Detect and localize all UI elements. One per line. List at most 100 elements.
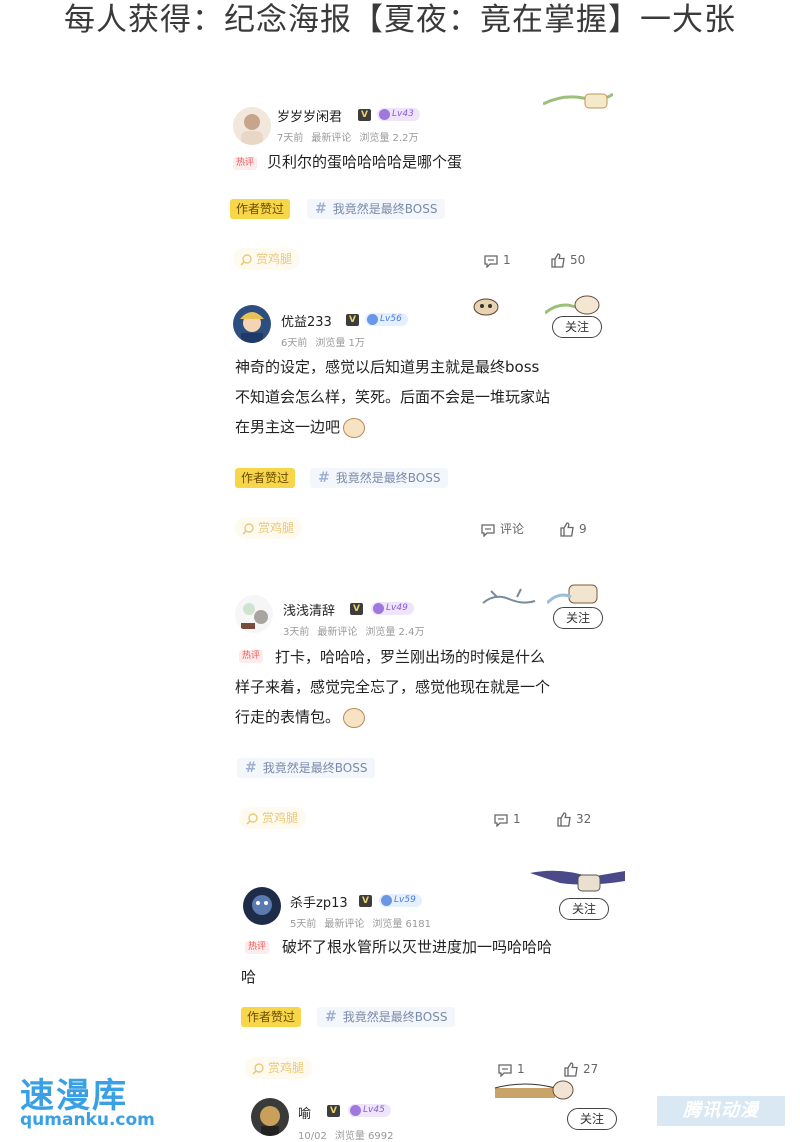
verified-badge: V (327, 1105, 340, 1117)
like-count-label: 32 (576, 812, 592, 826)
avatar[interactable] (243, 887, 281, 925)
comment-line-text: 在男主这一边吧 (235, 418, 341, 436)
like-count-label: 50 (570, 253, 586, 267)
comment-card: 浅浅清辞 V Lv49 3天前 最新评论 浏览量 2.4万 关注 热评 打卡，哈哈哈… (225, 583, 625, 843)
comment-icon (481, 523, 495, 538)
topic-tag[interactable]: # 我竟然是最终BOSS (237, 758, 376, 778)
comment-line: 样子来着，感觉完全忘了，感觉他现在就是一个 (235, 678, 551, 696)
verified-badge: V (358, 109, 371, 121)
verified-badge: V (350, 603, 363, 615)
comment-line: 哈 (241, 968, 257, 986)
comment-text: 破坏了根水管所以灭世进度加一吗哈哈哈 (282, 932, 552, 962)
comment-line: 破坏了根水管所以灭世进度加一吗哈哈哈 (282, 938, 553, 956)
comment-count[interactable]: 1 (483, 252, 511, 269)
laughing-face-icon (343, 417, 366, 438)
username[interactable]: 杀手zp13 (290, 892, 348, 911)
reward-button[interactable]: 赏鸡腿 (245, 1057, 313, 1079)
drumstick-icon (242, 522, 254, 535)
comment-line-with-emoji: 在男主这一边吧 (235, 412, 550, 442)
reward-label: 赏鸡腿 (268, 1061, 305, 1075)
publisher-watermark: 腾讯动漫 (657, 1096, 785, 1126)
decoration-sticker (494, 1080, 574, 1100)
comment-text: 神奇的设定，感觉以后知道男主就是最终boss 不知道会怎么样，笑死。后面不会是一… (235, 352, 550, 442)
level-badge: Lv49 (371, 602, 414, 615)
view-count: 浏览量 2.4万 (365, 627, 425, 638)
hot-tag: 热评 (239, 650, 264, 663)
decoration-sticker (482, 588, 536, 604)
like-count[interactable]: 27 (563, 1061, 598, 1077)
topic-tag[interactable]: # 我竟然是最终BOSS (317, 1007, 456, 1027)
like-count[interactable]: 50 (550, 252, 585, 268)
avatar[interactable] (233, 305, 271, 343)
sort-label: 最新评论 (317, 627, 358, 638)
comment-count[interactable]: 评论 (480, 521, 525, 538)
topic-tag[interactable]: # 我竟然是最终BOSS (310, 468, 449, 488)
avatar[interactable] (235, 595, 273, 633)
like-count[interactable]: 32 (556, 811, 591, 827)
comment-line-text: 行走的表情包。 (235, 708, 341, 726)
post-meta: 6天前 浏览量 1万 (281, 334, 373, 349)
comment-count-label: 评论 (500, 522, 525, 536)
comment-text: 贝利尔的蛋哈哈哈哈是哪个蛋 (267, 147, 462, 177)
thumbs-up-icon (560, 522, 574, 537)
level-badge: Lv43 (377, 108, 420, 121)
topic-tag[interactable]: # 我竟然是最终BOSS (307, 199, 446, 219)
comment-line: 打卡，哈哈哈，罗兰刚出场的时候是什么 (275, 648, 546, 666)
decoration-sticker (547, 584, 598, 605)
author-liked-tag: 作者赞过 (235, 468, 296, 488)
comment-line: 神奇的设定，感觉以后知道男主就是最终boss (235, 358, 540, 376)
comment-text: 打卡，哈哈哈，罗兰刚出场的时候是什么 (275, 642, 545, 672)
reward-button[interactable]: 赏鸡腿 (235, 517, 303, 539)
comment-line-with-emoji: 行走的表情包。 (235, 702, 550, 732)
follow-button[interactable]: 关注 (559, 898, 609, 920)
hash-icon: # (245, 760, 257, 776)
username[interactable]: 岁岁岁闲君 (277, 106, 342, 125)
topic-label: 我竟然是最终BOSS (262, 761, 368, 775)
comment-card: 优益233 V Lv56 6天前 浏览量 1万 关注 神奇的设定，感觉以后知道男主… (225, 293, 625, 553)
follow-button[interactable]: 关注 (552, 316, 602, 338)
comment-text: 样子来着，感觉完全忘了，感觉他现在就是一个 行走的表情包。 (235, 672, 550, 732)
topic-label: 我竟然是最终BOSS (335, 471, 441, 485)
like-count-label: 27 (583, 1062, 599, 1076)
hash-icon: # (318, 470, 330, 486)
comment-icon (494, 813, 508, 828)
level-badge: Lv45 (348, 1104, 391, 1117)
thumbs-up-icon (551, 253, 565, 268)
avatar[interactable] (251, 1098, 289, 1136)
comment-count[interactable]: 1 (493, 811, 521, 828)
thumbs-up-icon (557, 812, 571, 827)
username[interactable]: 喻 (298, 1103, 311, 1122)
drumstick-icon (246, 812, 258, 825)
level-badge: Lv59 (379, 894, 422, 907)
reward-button[interactable]: 赏鸡腿 (233, 248, 301, 270)
like-count-label: 9 (579, 522, 587, 536)
comment-line: 不知道会怎么样，笑死。后面不会是一堆玩家站 (235, 388, 551, 406)
sort-label: 最新评论 (311, 133, 352, 144)
reward-button[interactable]: 赏鸡腿 (239, 807, 307, 829)
drumstick-icon (252, 1062, 264, 1075)
follow-button[interactable]: 关注 (567, 1108, 617, 1130)
hash-icon: # (315, 201, 327, 217)
post-time: 3天前 (283, 627, 310, 638)
avatar[interactable] (233, 107, 271, 145)
username[interactable]: 优益233 (281, 311, 332, 330)
comment-count[interactable]: 1 (497, 1061, 525, 1078)
post-time: 5天前 (290, 919, 317, 930)
follow-button[interactable]: 关注 (553, 607, 603, 629)
comment-line: 贝利尔的蛋哈哈哈哈是哪个蛋 (267, 153, 463, 171)
site-watermark-url: qumanku.com (20, 1110, 155, 1130)
verified-badge: V (346, 314, 359, 326)
topic-label: 我竟然是最终BOSS (332, 202, 438, 216)
comment-count-label: 1 (517, 1062, 525, 1076)
post-time: 6天前 (281, 338, 308, 349)
thumbs-up-icon (564, 1062, 578, 1077)
comment-icon (498, 1063, 512, 1078)
post-meta: 7天前 最新评论 浏览量 2.2万 (277, 129, 426, 144)
post-time: 10/02 (298, 1131, 327, 1142)
view-count: 浏览量 6181 (372, 919, 432, 930)
author-liked-tag: 作者赞过 (241, 1007, 302, 1027)
like-count[interactable]: 9 (559, 521, 587, 537)
reward-label: 赏鸡腿 (262, 811, 299, 825)
username[interactable]: 浅浅清辞 (283, 600, 335, 619)
comment-card: 喻 V Lv45 10/02 浏览量 6992 关注 (225, 1080, 625, 1142)
